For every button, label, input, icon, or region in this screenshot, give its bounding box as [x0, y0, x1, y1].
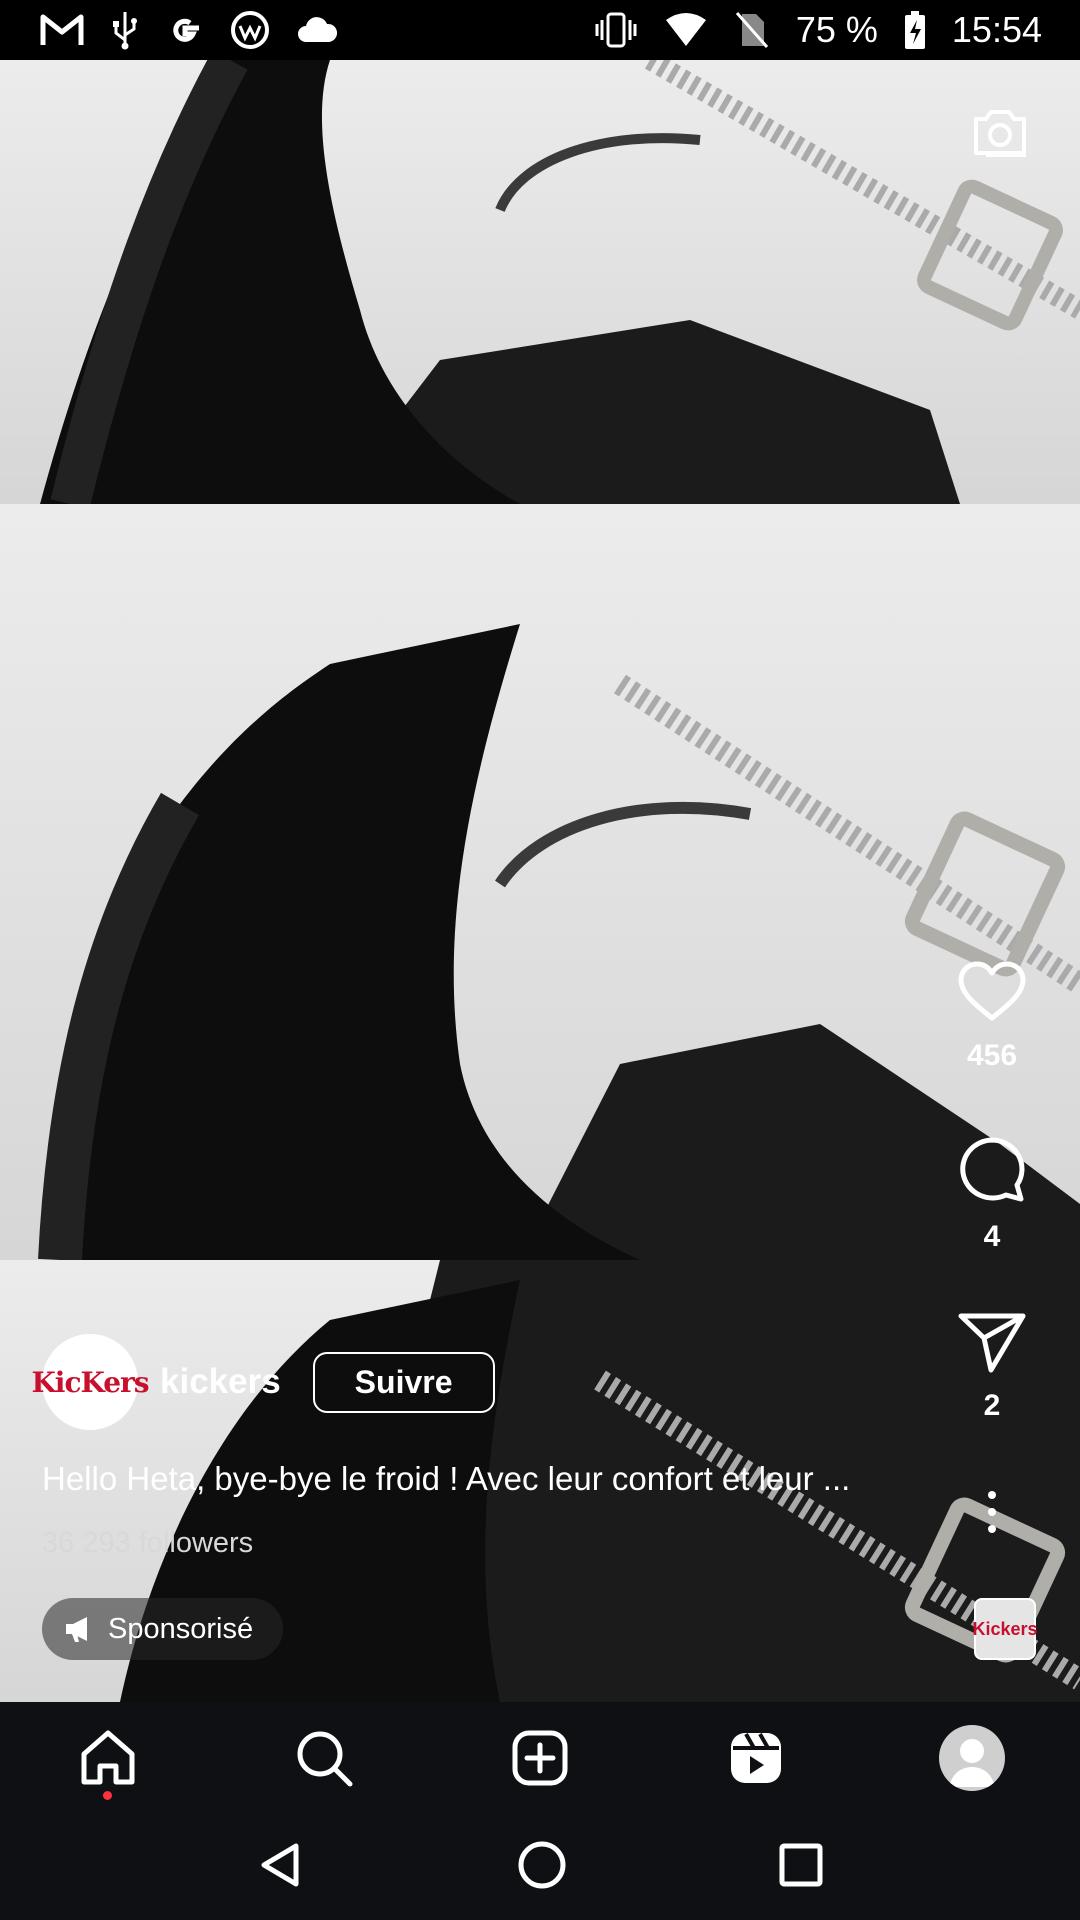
- system-nav-bar: [0, 1814, 1080, 1920]
- battery-percent: 75 %: [795, 9, 878, 50]
- comment-icon: [960, 1137, 1025, 1202]
- reel-video[interactable]: [0, 60, 1080, 1702]
- bottom-nav: [0, 1702, 1080, 1814]
- more-vertical-icon: [988, 1491, 996, 1533]
- nav-profile[interactable]: [912, 1702, 1032, 1814]
- post-caption[interactable]: Hello Heta, bye-bye le froid ! Avec leur…: [42, 1460, 850, 1498]
- nav-home[interactable]: [48, 1702, 168, 1814]
- gmail-icon: [40, 13, 84, 47]
- no-sim-icon: [734, 10, 770, 50]
- back-icon: [261, 1843, 299, 1886]
- profile-avatar: [939, 1725, 1005, 1791]
- clock: 15:54: [951, 9, 1042, 50]
- author-username[interactable]: kickers: [160, 1362, 281, 1402]
- like-button[interactable]: [932, 960, 1052, 1029]
- send-icon: [958, 1313, 1026, 1373]
- nav-search[interactable]: [264, 1702, 384, 1814]
- sponsored-label: Sponsorisé: [108, 1612, 254, 1645]
- nav-create[interactable]: [480, 1702, 600, 1814]
- more-options-button[interactable]: [932, 1490, 1052, 1539]
- author-avatar[interactable]: KicKers: [31, 1334, 150, 1430]
- home-system-button[interactable]: [516, 1839, 568, 1896]
- status-bar-left: [40, 10, 338, 50]
- search-icon: [297, 1731, 353, 1787]
- more-action: [932, 1490, 1052, 1539]
- battery-charging-icon: [904, 10, 926, 50]
- comment-count: 4: [983, 1220, 1001, 1253]
- camera-icon: [974, 110, 1026, 157]
- notification-dot: [103, 1791, 112, 1800]
- home-icon: [81, 1730, 135, 1785]
- audio-thumbnail[interactable]: Kickers: [972, 1598, 1038, 1660]
- video-frame-top: [0, 60, 1080, 504]
- google-icon: [166, 11, 204, 49]
- avatar-logo-text: KicKers: [31, 1365, 149, 1399]
- share-count: 2: [983, 1389, 1001, 1422]
- status-bar: 75 % 15:54: [0, 0, 1080, 60]
- follow-button[interactable]: Suivre: [312, 1351, 495, 1413]
- reels-icon: [731, 1733, 781, 1783]
- wifi-icon: [664, 12, 708, 48]
- nav-reels[interactable]: [696, 1702, 816, 1814]
- like-count: 456: [966, 1039, 1018, 1072]
- camera-button[interactable]: [970, 105, 1030, 166]
- profile-icon: [949, 1739, 995, 1787]
- share-button[interactable]: [932, 1310, 1052, 1379]
- cloud-icon: [296, 16, 338, 44]
- back-button[interactable]: [256, 1840, 306, 1895]
- status-bar-right: 75 % 15:54: [594, 9, 1042, 51]
- author-row: KicKers kickers Suivre: [31, 1334, 495, 1430]
- sponsored-badge[interactable]: Sponsorisé: [42, 1598, 284, 1660]
- audio-thumbnail-label: Kickers: [972, 1618, 1038, 1639]
- video-frame-middle: [0, 504, 1080, 1260]
- heart-icon: [958, 961, 1026, 1021]
- recents-button[interactable]: [778, 1842, 824, 1893]
- vpn-icon: [230, 10, 270, 50]
- followers-count: 36 293 followers: [42, 1527, 254, 1559]
- like-action: 456: [932, 960, 1052, 1073]
- create-icon: [512, 1730, 568, 1786]
- megaphone-icon: [66, 1617, 87, 1642]
- comment-button[interactable]: [932, 1135, 1052, 1210]
- vibrate-icon: [594, 10, 638, 50]
- comment-action: 4: [932, 1135, 1052, 1254]
- recents-icon: [779, 1843, 823, 1886]
- usb-icon: [110, 10, 140, 50]
- share-action: 2: [932, 1310, 1052, 1423]
- home-circle-icon: [518, 1841, 566, 1888]
